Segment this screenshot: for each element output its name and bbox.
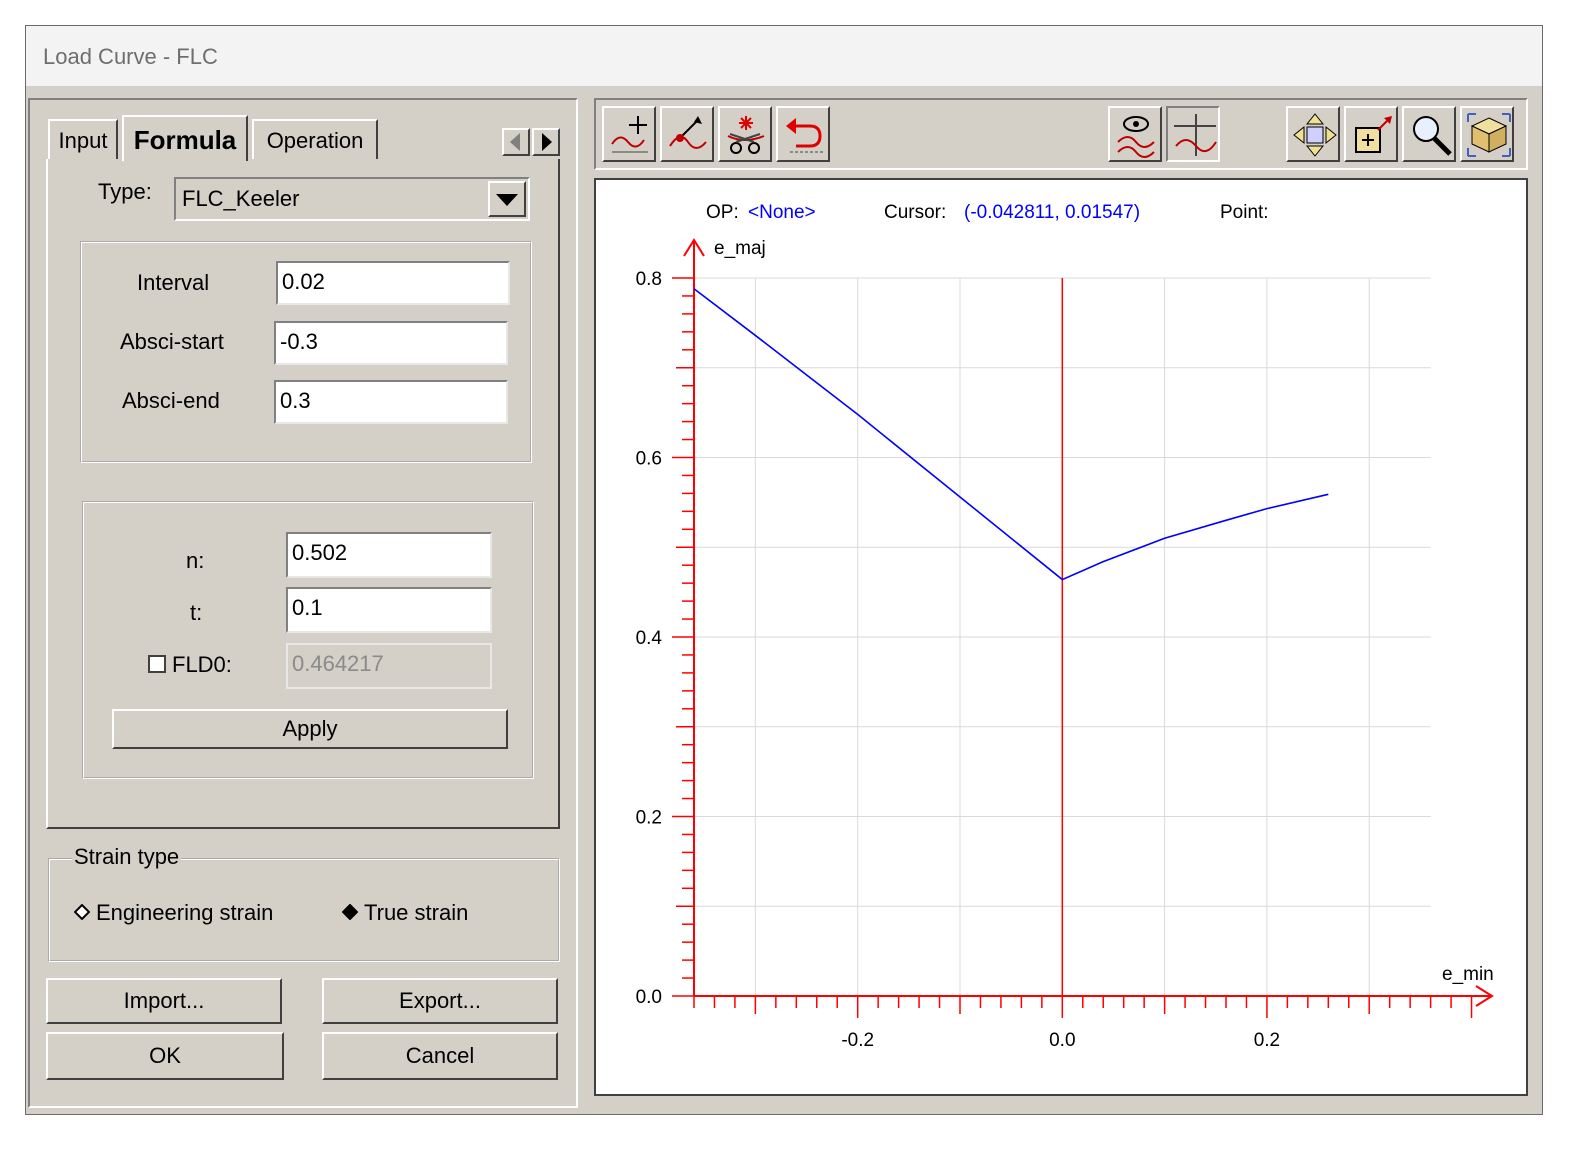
cancel-button[interactable]: Cancel <box>322 1032 558 1080</box>
undo-tool[interactable] <box>776 106 830 162</box>
strain-type-group: Strain type Engineering strain True stra… <box>48 844 560 962</box>
y-tick-label: 0.2 <box>636 808 662 829</box>
fld0-input[interactable]: 0.464217 <box>286 643 492 689</box>
radio-true-strain[interactable] <box>342 904 358 920</box>
n-label: n: <box>186 548 205 573</box>
tab-operation[interactable]: Operation <box>252 119 378 159</box>
x-axis-label: e_min <box>1442 964 1494 985</box>
type-select-value: FLC_Keeler <box>182 186 300 211</box>
load-curve-window: Load Curve - FLC Input Formula Operation… <box>25 25 1543 1115</box>
apply-button[interactable]: Apply <box>112 709 508 749</box>
move-point-tool[interactable] <box>660 106 714 162</box>
x-tick-label: -0.2 <box>841 1030 874 1051</box>
move-point-icon <box>669 116 707 149</box>
export-button[interactable]: Export... <box>322 978 558 1024</box>
crosshair-curve-tool[interactable] <box>1166 106 1220 162</box>
tab-scroll-right-button[interactable] <box>532 128 560 156</box>
flc-curve <box>693 288 1329 581</box>
ok-button[interactable]: OK <box>46 1032 284 1080</box>
pan-icon <box>1293 113 1337 157</box>
formula-tab-page: Type: FLC_Keeler Interval 0.02 Absci-sta… <box>46 159 560 829</box>
y-tick-label: 0.4 <box>636 628 663 649</box>
crosshair-curve-icon <box>1174 114 1217 156</box>
absci-start-label: Absci-start <box>120 329 224 354</box>
interval-label: Interval <box>137 270 210 295</box>
fld0-label: FLD0: <box>172 652 232 677</box>
y-tick-label: 0.0 <box>636 987 662 1008</box>
tab-formula[interactable]: Formula <box>122 115 248 161</box>
fit-view-tool[interactable] <box>1460 106 1514 162</box>
pan-tool[interactable] <box>1286 106 1340 162</box>
window-title: Load Curve - FLC <box>43 44 218 69</box>
delete-point-tool[interactable] <box>718 106 772 162</box>
fit-view-icon <box>1467 113 1511 157</box>
fld0-checkbox[interactable] <box>148 655 166 673</box>
radio-label-engineering-strain: Engineering strain <box>96 900 274 925</box>
arrow-left-icon <box>510 133 520 151</box>
zoom-box-icon <box>1355 116 1392 153</box>
range-group: Interval 0.02 Absci-start -0.3 Absci-end… <box>80 241 532 463</box>
parameters-group: n: 0.502 t: 0.1 FLD0: 0.464217 Apply <box>82 501 534 779</box>
plot-area[interactable]: OP: <None> Cursor: (-0.042811, 0.01547) … <box>594 178 1528 1096</box>
y-tick-label: 0.8 <box>636 269 662 290</box>
arrow-right-icon <box>542 133 552 151</box>
add-point-tool[interactable] <box>602 106 656 162</box>
strain-type-legend: Strain type <box>72 844 182 870</box>
chevron-down-icon <box>496 194 518 206</box>
flc-chart: 0.0 0.2 0.4 0.6 0.8 -0.2 0.0 0.2 e_maj e_min <box>636 238 1494 1051</box>
import-button[interactable]: Import... <box>46 978 282 1024</box>
undo-icon <box>786 118 824 153</box>
x-tick-label: 0.2 <box>1254 1030 1280 1051</box>
magnifier-icon <box>1413 116 1452 156</box>
radio-label-true-strain: True strain <box>364 900 469 925</box>
show-curve-icon <box>1117 116 1155 158</box>
title-bar: Load Curve - FLC <box>26 26 1542 87</box>
t-label: t: <box>190 600 203 625</box>
type-dropdown-button[interactable] <box>488 181 526 217</box>
x-tick-label: 0.0 <box>1049 1030 1075 1051</box>
t-input[interactable]: 0.1 <box>286 587 492 633</box>
type-label: Type: <box>98 179 152 204</box>
add-point-icon <box>611 116 648 153</box>
absci-end-input[interactable]: 0.3 <box>274 380 508 424</box>
absci-start-input[interactable]: -0.3 <box>274 321 508 365</box>
absci-end-label: Absci-end <box>122 388 220 413</box>
interval-input[interactable]: 0.02 <box>276 261 510 305</box>
delete-point-icon <box>727 116 765 154</box>
tab-scroll-left-button[interactable] <box>502 128 530 156</box>
n-input[interactable]: 0.502 <box>286 532 492 578</box>
tab-input[interactable]: Input <box>48 119 118 159</box>
type-select[interactable]: FLC_Keeler <box>174 177 530 221</box>
zoom-box-tool[interactable] <box>1344 106 1398 162</box>
y-axis-label: e_maj <box>714 238 766 259</box>
radio-engineering-strain[interactable] <box>74 904 90 920</box>
show-curve-tool[interactable] <box>1108 106 1162 162</box>
y-tick-label: 0.6 <box>636 449 662 470</box>
magnifier-tool[interactable] <box>1402 106 1456 162</box>
